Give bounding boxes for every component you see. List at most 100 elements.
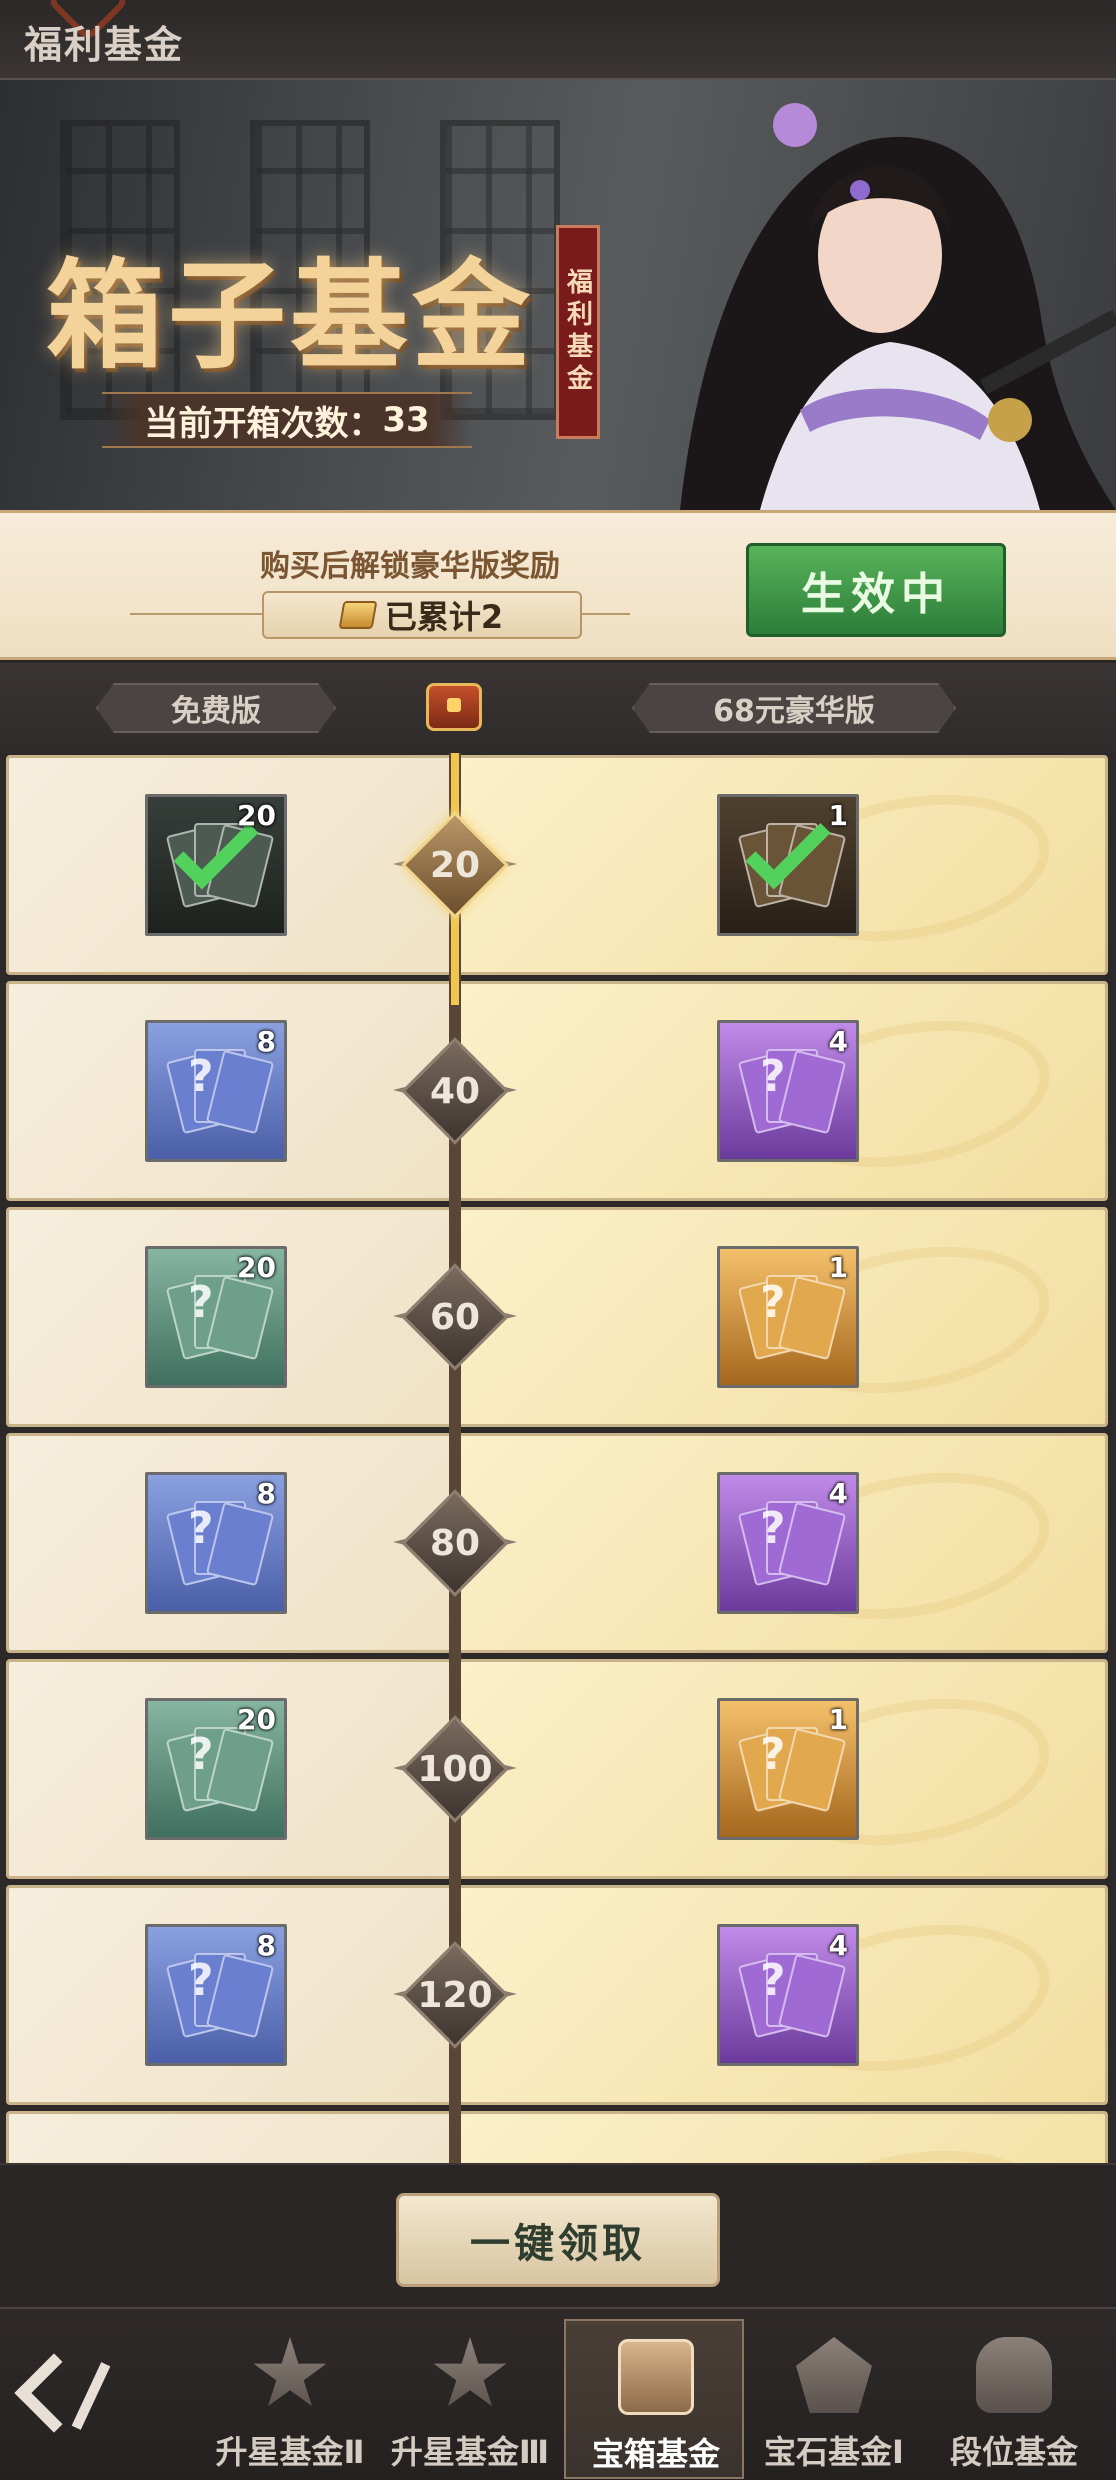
- version-header: 免费版 68元豪华版: [0, 663, 1116, 753]
- tab-label: 宝箱基金: [591, 2435, 720, 2473]
- chest-icon: [618, 2339, 694, 2415]
- deluxe-reward-item[interactable]: 1: [717, 794, 859, 936]
- question-mark-icon: ?: [760, 1955, 786, 2006]
- deluxe-reward-item[interactable]: ? 1: [717, 1698, 859, 1840]
- tab-3[interactable]: 宝箱基金: [564, 2319, 744, 2479]
- question-mark-icon: ?: [760, 1277, 786, 1328]
- milestone-number: 60: [429, 1297, 481, 1338]
- tab-label: 升星基金Ⅱ: [215, 2433, 365, 2471]
- reward-quantity: 1: [828, 799, 848, 832]
- tab-5[interactable]: 段位基金: [924, 2319, 1104, 2479]
- tab-label: 升星基金Ⅲ: [390, 2433, 550, 2471]
- reward-quantity: 1: [828, 1703, 848, 1736]
- star-icon: [253, 2337, 327, 2407]
- card-pack-icon: [165, 1947, 275, 2043]
- milestone-number: 100: [417, 1749, 493, 1790]
- milestone-marker: 20: [393, 811, 513, 919]
- reward-quantity: 8: [256, 1929, 276, 1962]
- free-reward-item[interactable]: ? 8: [145, 1020, 287, 1162]
- question-mark-icon: ?: [188, 1277, 214, 1328]
- helmet-icon: [976, 2337, 1052, 2413]
- chest-icon: [426, 683, 482, 731]
- back-button[interactable]: [14, 2347, 140, 2443]
- tab-2[interactable]: 升星基金Ⅲ: [380, 2319, 560, 2479]
- reward-quantity: 4: [828, 1025, 848, 1058]
- banner: 箱子基金 福利基金 当前开箱次数： 33: [0, 80, 1116, 510]
- question-mark-icon: ?: [760, 1051, 786, 1102]
- free-reward-item[interactable]: ? 8: [145, 1472, 287, 1614]
- unlock-panel: 购买后解锁豪华版奖励 已累计2 生效中: [0, 510, 1116, 660]
- card-pack-icon: [737, 1043, 847, 1139]
- card-pack-icon: [737, 1269, 847, 1365]
- free-reward-item[interactable]: 20: [145, 794, 287, 936]
- card-pack-icon: [737, 1495, 847, 1591]
- reward-row: ? 20? 1: [6, 1659, 1108, 1879]
- active-status-button[interactable]: 生效中: [746, 543, 1006, 637]
- question-mark-icon: ?: [760, 1729, 786, 1780]
- milestone-marker: 120: [393, 1941, 513, 2049]
- reward-row: 20 1: [6, 755, 1108, 975]
- deluxe-reward-item[interactable]: ? 4: [717, 1020, 859, 1162]
- banner-seal: 福利基金: [556, 225, 600, 439]
- top-bar: 福利基金: [0, 0, 1116, 80]
- reward-row: ? 8? 4: [6, 1433, 1108, 1653]
- milestone-number: 40: [429, 1071, 481, 1112]
- reward-row: [6, 2111, 1108, 2163]
- reward-quantity: 20: [237, 1703, 276, 1736]
- star-icon: [433, 2337, 507, 2407]
- question-mark-icon: ?: [188, 1729, 214, 1780]
- reward-quantity: 8: [256, 1477, 276, 1510]
- milestone-marker: 60: [393, 1263, 513, 1371]
- accumulated-text: 已累计2: [384, 598, 504, 636]
- reward-row: ? 20? 1: [6, 1207, 1108, 1427]
- milestone-marker: 40: [393, 1037, 513, 1145]
- ticket-icon: [338, 601, 378, 629]
- deluxe-reward-item[interactable]: ? 4: [717, 1924, 859, 2066]
- milestone-number: 20: [429, 845, 481, 886]
- page-title: 福利基金: [24, 22, 185, 67]
- reward-quantity: 8: [256, 1025, 276, 1058]
- card-pack-icon: [737, 1947, 847, 2043]
- bottom-tab-bar: 升星基金Ⅱ 升星基金Ⅲ 宝箱基金 宝石基金Ⅰ 段位基金: [0, 2307, 1116, 2480]
- free-reward-item[interactable]: ? 20: [145, 1246, 287, 1388]
- reward-track[interactable]: 20 1? 8? 4? 20? 1? 8? 4? 20? 1? 8? 4 20 40 60 80 100 120: [0, 753, 1116, 2163]
- free-reward-item[interactable]: ? 8: [145, 1924, 287, 2066]
- character-illustration: [680, 103, 1116, 510]
- question-mark-icon: ?: [188, 1503, 214, 1554]
- reward-quantity: 4: [828, 1477, 848, 1510]
- milestone-marker: 100: [393, 1715, 513, 1823]
- free-reward-item[interactable]: ? 20: [145, 1698, 287, 1840]
- open-count-plate: 当前开箱次数： 33: [102, 392, 472, 448]
- tab-4[interactable]: 宝石基金Ⅰ: [744, 2319, 924, 2479]
- milestone-number: 80: [429, 1523, 481, 1564]
- question-mark-icon: ?: [760, 1503, 786, 1554]
- question-mark-icon: ?: [188, 1051, 214, 1102]
- open-count-label: 当前开箱次数：: [144, 403, 383, 444]
- card-pack-icon: [165, 1043, 275, 1139]
- milestone-number: 120: [417, 1975, 493, 2016]
- milestone-marker: 80: [393, 1489, 513, 1597]
- tab-label: 段位基金: [949, 2433, 1078, 2471]
- free-version-label: 免费版: [96, 683, 336, 733]
- card-pack-icon: [737, 1721, 847, 1817]
- claim-area: 一键领取: [0, 2163, 1116, 2307]
- deluxe-reward-item[interactable]: ? 4: [717, 1472, 859, 1614]
- reward-quantity: 20: [237, 1251, 276, 1284]
- reward-row: ? 8? 4: [6, 1885, 1108, 2105]
- unlock-description: 购买后解锁豪华版奖励: [260, 549, 560, 584]
- reward-quantity: 4: [828, 1929, 848, 1962]
- banner-title: 箱子基金: [46, 246, 535, 385]
- deluxe-version-label: 68元豪华版: [632, 683, 956, 733]
- tab-label: 宝石基金Ⅰ: [764, 2433, 904, 2471]
- deluxe-reward-item[interactable]: ? 1: [717, 1246, 859, 1388]
- reward-quantity: 1: [828, 1251, 848, 1284]
- reward-quantity: 20: [237, 799, 276, 832]
- claim-all-button[interactable]: 一键领取: [396, 2193, 720, 2287]
- question-mark-icon: ?: [188, 1955, 214, 2006]
- card-pack-icon: [165, 1495, 275, 1591]
- tab-1[interactable]: 升星基金Ⅱ: [200, 2319, 380, 2479]
- gem-icon: [796, 2337, 872, 2413]
- accumulated-plate: 已累计2: [262, 591, 582, 639]
- open-count-value: 33: [382, 400, 430, 440]
- reward-row: ? 8? 4: [6, 981, 1108, 1201]
